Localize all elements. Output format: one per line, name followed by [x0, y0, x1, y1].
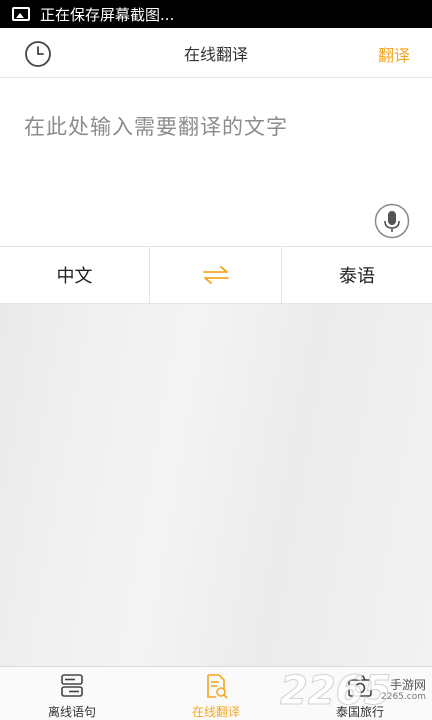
- source-language-label: 中文: [56, 266, 93, 287]
- translate-button[interactable]: 翻译: [378, 42, 410, 66]
- tab-label: 离线语句: [47, 705, 96, 719]
- swap-arrows-icon: [202, 266, 229, 284]
- text-input-area[interactable]: 在此处输入需要翻译的文字: [0, 79, 432, 246]
- tab-label: 在线翻译: [191, 705, 240, 719]
- translation-result-area: [0, 304, 432, 666]
- screenshot-icon: [12, 7, 30, 21]
- tab-label: 泰国旅行: [335, 705, 384, 719]
- page-title: 在线翻译: [183, 44, 248, 64]
- swap-languages-button[interactable]: [150, 247, 282, 303]
- target-language-label: 泰语: [339, 266, 375, 287]
- input-placeholder[interactable]: 在此处输入需要翻译的文字: [24, 111, 288, 141]
- language-selector-bar: 中文 泰语: [0, 246, 432, 304]
- status-notification-text: 正在保存屏幕截图...: [40, 5, 175, 24]
- source-language-button[interactable]: 中文: [0, 247, 150, 303]
- tab-offline-phrases[interactable]: 离线语句: [0, 667, 144, 720]
- status-bar: 正在保存屏幕截图...: [0, 0, 432, 28]
- app-header: 在线翻译 翻译: [0, 28, 432, 78]
- microphone-icon[interactable]: [374, 203, 410, 239]
- tab-online-translate[interactable]: 在线翻译: [144, 667, 288, 720]
- bottom-tab-bar: 离线语句 在线翻译 泰国旅行: [0, 666, 432, 720]
- tab-thailand-travel[interactable]: 泰国旅行: [288, 667, 432, 720]
- camera-icon: [348, 675, 372, 697]
- target-language-button[interactable]: 泰语: [282, 247, 432, 303]
- history-clock-icon[interactable]: [24, 40, 52, 68]
- phrase-book-icon: [61, 674, 83, 697]
- translate-doc-icon: [207, 674, 228, 699]
